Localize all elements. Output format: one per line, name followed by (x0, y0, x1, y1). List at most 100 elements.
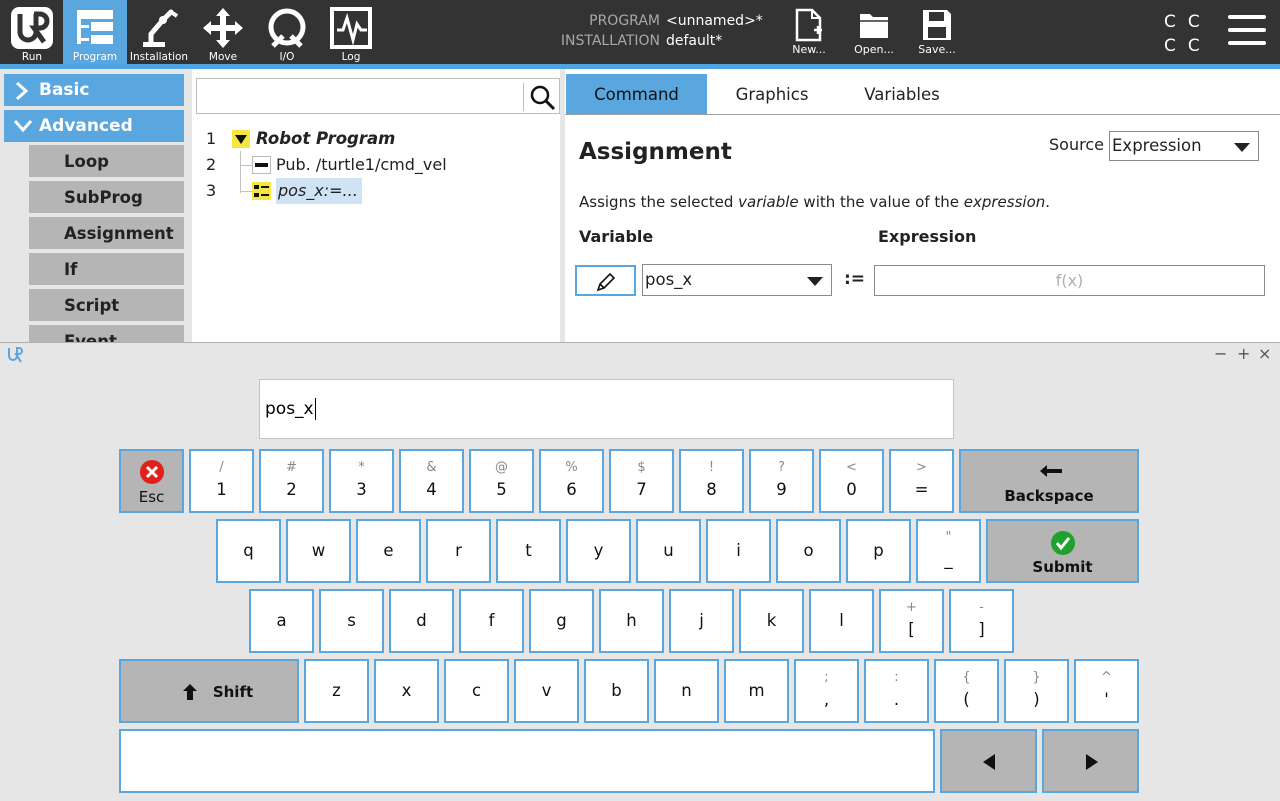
letter-key[interactable]: t (496, 519, 561, 583)
key-label: r (455, 541, 462, 560)
nav-move-button[interactable]: Move (191, 0, 255, 64)
source-dropdown[interactable]: Expression (1109, 131, 1259, 161)
symbol-key[interactable]: ^ ' (1074, 659, 1139, 723)
esc-key[interactable]: Esc (119, 449, 184, 513)
letter-key[interactable]: v (514, 659, 579, 723)
menu-item-if[interactable]: If (29, 253, 184, 287)
nav-io-label: I/O (279, 51, 295, 63)
symbol-key[interactable]: {( (934, 659, 999, 723)
maximize-icon[interactable]: + (1237, 343, 1250, 365)
letter-key[interactable]: a (249, 589, 314, 653)
letter-key[interactable]: r (426, 519, 491, 583)
nav-io-button[interactable]: I/O (255, 0, 319, 64)
keyboard-text-input[interactable]: pos_x (259, 379, 954, 439)
key-main-label: 3 (356, 480, 367, 499)
letter-key[interactable]: x (374, 659, 439, 723)
letter-key[interactable]: c (444, 659, 509, 723)
tab-graphics[interactable]: Graphics (720, 74, 824, 114)
number-key[interactable]: % 6 (539, 449, 604, 513)
key-label: w (311, 541, 326, 560)
edit-variable-button[interactable] (575, 265, 636, 296)
close-icon[interactable]: × (1258, 343, 1271, 365)
nav-run-button[interactable]: Run (0, 0, 64, 64)
letter-key[interactable]: h (599, 589, 664, 653)
expression-field[interactable]: f(x) (874, 265, 1265, 296)
menu-advanced[interactable]: Advanced (4, 110, 184, 142)
letter-key[interactable]: i (706, 519, 771, 583)
letter-key[interactable]: n (654, 659, 719, 723)
menu-basic[interactable]: Basic (4, 74, 184, 106)
menu-item-subprog[interactable]: SubProg (29, 181, 184, 215)
hamburger-menu-icon[interactable] (1228, 15, 1266, 47)
symbol-key[interactable]: " _ (916, 519, 981, 583)
number-key[interactable]: @5 (469, 449, 534, 513)
symbol-key[interactable]: :. (864, 659, 929, 723)
source-label: Source (1049, 135, 1104, 154)
letter-key[interactable]: b (584, 659, 649, 723)
number-key[interactable]: #2 (259, 449, 324, 513)
save-button[interactable]: Save... (907, 0, 967, 64)
key-label: n (681, 681, 692, 700)
symbol-key[interactable]: ;, (794, 659, 859, 723)
tree-row[interactable]: 3 pos_x:=... (192, 178, 560, 204)
tree-row[interactable]: 2 Pub. /turtle1/cmd_vel (192, 152, 560, 178)
key-label: b (611, 681, 622, 700)
cursor-left-key[interactable] (940, 729, 1037, 793)
number-key[interactable]: ! 8 (679, 449, 744, 513)
chevron-down-icon (14, 120, 32, 133)
symbol-key[interactable]: +[ (879, 589, 944, 653)
tab-variables[interactable]: Variables (851, 74, 953, 114)
menu-item-loop[interactable]: Loop (29, 145, 184, 179)
letter-key[interactable]: d (389, 589, 454, 653)
speed-indicator[interactable]: CC CC (1164, 10, 1204, 58)
submit-key[interactable]: Submit (986, 519, 1139, 583)
letter-key[interactable]: p (846, 519, 911, 583)
minimize-icon[interactable]: − (1214, 343, 1227, 365)
ur-logo-icon (8, 347, 23, 363)
menu-item-script[interactable]: Script (29, 289, 184, 323)
key-label: x (401, 681, 412, 700)
letter-key[interactable]: e (356, 519, 421, 583)
space-key[interactable] (119, 729, 935, 793)
number-key[interactable]: * 3 (329, 449, 394, 513)
backspace-key[interactable]: Backspace (959, 449, 1139, 513)
menu-item-assignment[interactable]: Assignment (29, 217, 184, 251)
nav-log-button[interactable]: Log (319, 0, 383, 64)
symbol-key[interactable]: }) (1004, 659, 1069, 723)
letter-key[interactable]: q (216, 519, 281, 583)
tab-command[interactable]: Command (566, 74, 707, 114)
nav-installation-button[interactable]: Installation (127, 0, 191, 64)
new-button[interactable]: New... (779, 0, 839, 64)
open-button[interactable]: Open... (844, 0, 904, 64)
shift-key[interactable]: Shift (119, 659, 299, 723)
number-key[interactable]: $7 (609, 449, 674, 513)
number-key[interactable]: ? 9 (749, 449, 814, 513)
letter-key[interactable]: j (669, 589, 734, 653)
tree-row[interactable]: 1 Robot Program (192, 126, 560, 152)
number-key[interactable]: /1 (189, 449, 254, 513)
cursor-right-key[interactable] (1042, 729, 1139, 793)
tree-search-input[interactable] (196, 78, 560, 114)
letter-key[interactable]: s (319, 589, 384, 653)
letter-key[interactable]: w (286, 519, 351, 583)
menu-advanced-label: Advanced (39, 116, 133, 136)
number-key[interactable]: > = (889, 449, 954, 513)
letter-key[interactable]: y (566, 519, 631, 583)
number-key[interactable]: & 4 (399, 449, 464, 513)
letter-key[interactable]: k (739, 589, 804, 653)
key-label: s (347, 611, 356, 630)
variable-dropdown[interactable]: pos_x (642, 264, 832, 296)
letter-key[interactable]: u (636, 519, 701, 583)
search-icon[interactable] (530, 85, 556, 111)
letter-key[interactable]: g (529, 589, 594, 653)
letter-key[interactable]: l (809, 589, 874, 653)
collapse-triangle-icon[interactable] (232, 130, 250, 148)
letter-key[interactable]: f (459, 589, 524, 653)
number-key[interactable]: <0 (819, 449, 884, 513)
letter-key[interactable]: z (304, 659, 369, 723)
nav-program-button[interactable]: Program (63, 0, 127, 64)
letter-key[interactable]: m (724, 659, 789, 723)
symbol-key[interactable]: -] (949, 589, 1014, 653)
menu-item-event[interactable]: Event (29, 325, 184, 342)
letter-key[interactable]: o (776, 519, 841, 583)
